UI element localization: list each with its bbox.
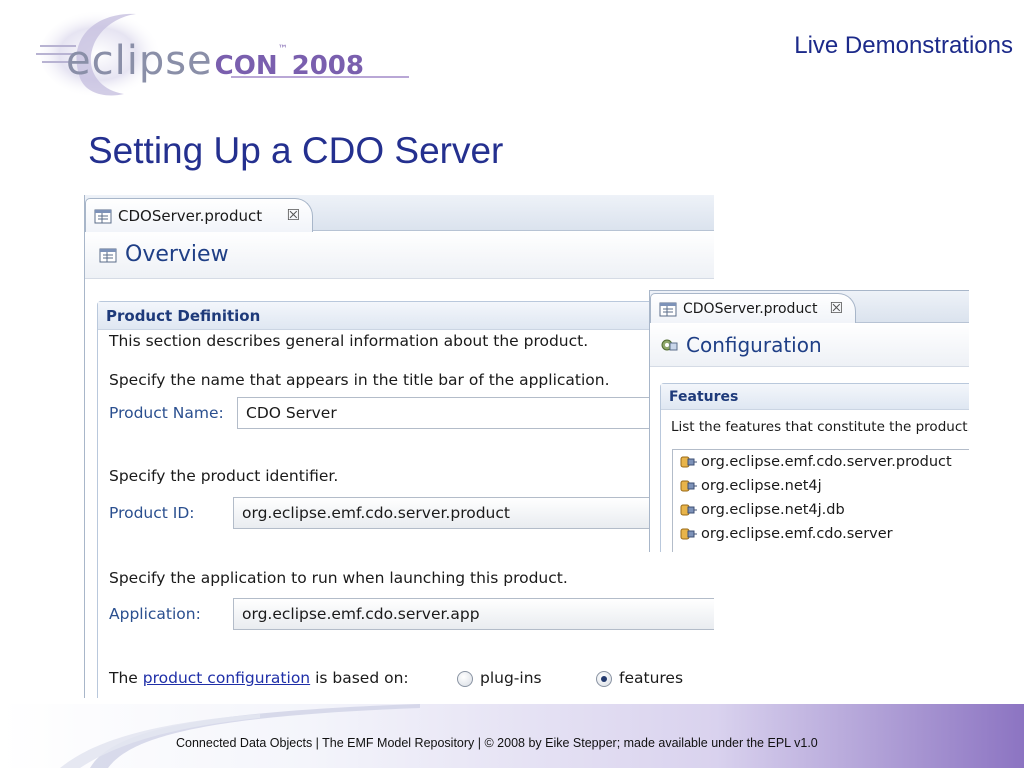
application-field[interactable]: org.eclipse.emf.cdo.server.app bbox=[233, 598, 714, 630]
features-radio-label[interactable]: features bbox=[619, 669, 683, 687]
form-header: Overview bbox=[85, 231, 714, 279]
based-on-prefix: The bbox=[109, 669, 138, 687]
overview-icon bbox=[99, 247, 117, 263]
based-on-line: The product configuration is based on: bbox=[109, 669, 409, 687]
form-header: Configuration bbox=[650, 323, 969, 367]
list-item[interactable]: org.eclipse.emf.cdo.server.product bbox=[673, 450, 969, 474]
tab-label: CDOServer.product bbox=[683, 300, 818, 317]
overview-editor: CDOServer.product ☒ Overview Product Def… bbox=[84, 195, 714, 698]
product-id-label: Product ID: bbox=[109, 504, 195, 522]
product-name-label: Product Name: bbox=[109, 404, 224, 422]
editor-tab-bar: CDOServer.product ☒ bbox=[650, 291, 969, 323]
list-item[interactable]: org.eclipse.net4j bbox=[673, 474, 969, 498]
product-file-icon bbox=[659, 301, 677, 317]
section-label: Live Demonstrations bbox=[794, 32, 1013, 59]
features-list[interactable]: org.eclipse.emf.cdo.server.product org.e… bbox=[672, 449, 969, 552]
section-title[interactable]: Product Definition bbox=[98, 302, 714, 330]
tab-label: CDOServer.product bbox=[118, 206, 263, 225]
configuration-editor: CDOServer.product ☒ Configuration Featur… bbox=[649, 290, 969, 552]
section-description: This section describes general informati… bbox=[109, 332, 589, 350]
form-title: Configuration bbox=[686, 332, 822, 357]
feature-name: org.eclipse.net4j bbox=[701, 478, 822, 494]
application-hint: Specify the application to run when laun… bbox=[109, 569, 568, 587]
feature-plug-icon bbox=[680, 480, 697, 492]
plugins-radio-label[interactable]: plug-ins bbox=[480, 669, 542, 687]
close-icon[interactable]: ☒ bbox=[830, 299, 843, 317]
feature-plug-icon bbox=[680, 504, 697, 516]
logo-underline bbox=[231, 76, 409, 78]
form-title: Overview bbox=[125, 242, 229, 267]
feature-plug-icon bbox=[680, 528, 697, 540]
product-configuration-link[interactable]: product configuration bbox=[143, 669, 310, 687]
tab-cdoserver-product[interactable]: CDOServer.product ☒ bbox=[85, 198, 313, 232]
section-description: List the features that constitute the pr… bbox=[671, 419, 969, 435]
close-icon[interactable]: ☒ bbox=[287, 206, 300, 224]
configuration-gear-icon bbox=[660, 337, 678, 353]
features-radio[interactable] bbox=[596, 671, 612, 687]
slide-footer: Connected Data Objects | The EMF Model R… bbox=[0, 704, 1024, 768]
product-file-icon bbox=[94, 208, 112, 224]
plugins-radio[interactable] bbox=[457, 671, 473, 687]
feature-name: org.eclipse.emf.cdo.server bbox=[701, 526, 893, 542]
section-title[interactable]: Features bbox=[661, 384, 969, 410]
list-item[interactable]: org.eclipse.emf.cdo.server bbox=[673, 522, 969, 546]
feature-name: org.eclipse.emf.cdo.server.product bbox=[701, 454, 952, 470]
product-name-field[interactable]: CDO Server bbox=[237, 397, 714, 429]
tab-cdoserver-product[interactable]: CDOServer.product ☒ bbox=[650, 293, 856, 323]
footer-text: Connected Data Objects | The EMF Model R… bbox=[176, 736, 818, 750]
based-on-suffix: is based on: bbox=[315, 669, 409, 687]
eclipsecon-logo: eclipseCON™2008 bbox=[36, 8, 409, 100]
feature-name: org.eclipse.net4j.db bbox=[701, 502, 845, 518]
product-id-field[interactable]: org.eclipse.emf.cdo.server.product bbox=[233, 497, 714, 529]
editor-tab-bar: CDOServer.product ☒ bbox=[85, 195, 714, 232]
feature-plug-icon bbox=[680, 456, 697, 468]
application-label: Application: bbox=[109, 605, 201, 623]
name-hint: Specify the name that appears in the tit… bbox=[109, 371, 610, 389]
id-hint: Specify the product identifier. bbox=[109, 467, 339, 485]
slide-title: Setting Up a CDO Server bbox=[88, 130, 504, 171]
logo-trademark: ™ bbox=[277, 44, 288, 55]
list-item[interactable]: org.eclipse.net4j.db bbox=[673, 498, 969, 522]
logo-eclipse-text: eclipse bbox=[66, 38, 213, 84]
